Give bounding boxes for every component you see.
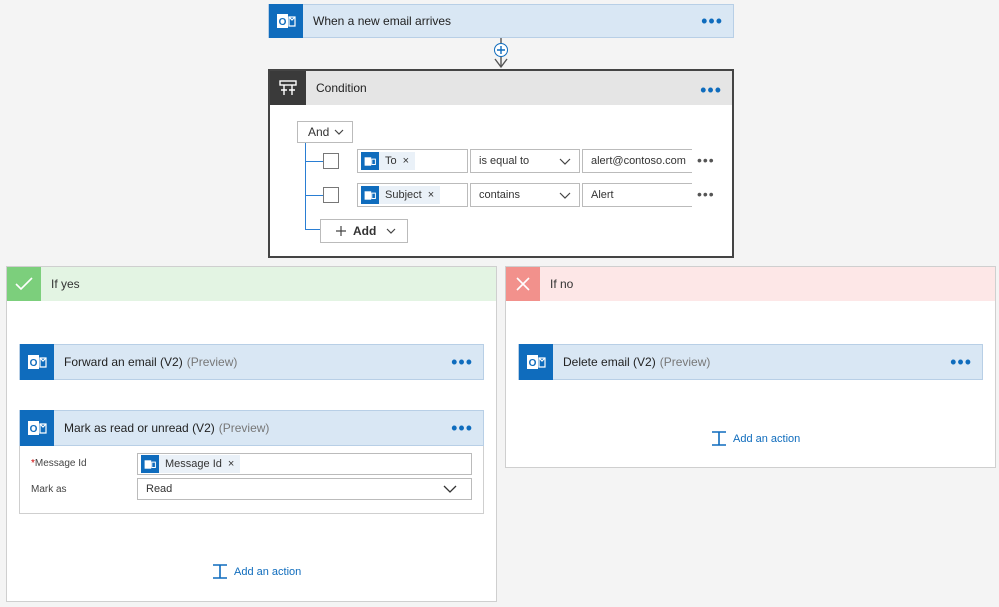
add-action-icon xyxy=(712,431,726,446)
message-id-input[interactable]: Message Id × xyxy=(137,453,472,475)
action-more-button[interactable]: ••• xyxy=(451,353,473,371)
dynamic-token: Subject × xyxy=(361,186,441,204)
condition-value: alert@contoso.com xyxy=(591,155,686,167)
outlook-icon: O xyxy=(519,344,553,380)
chevron-down-icon xyxy=(559,158,571,165)
add-condition-button[interactable]: Add xyxy=(320,219,408,243)
svg-text:O: O xyxy=(279,17,287,28)
add-action-button[interactable]: Add an action xyxy=(212,564,301,579)
outlook-icon xyxy=(361,186,379,204)
action-title: Delete email (V2) (Preview) xyxy=(563,355,711,369)
delete-email-card[interactable]: O Delete email (V2) (Preview) ••• xyxy=(518,344,983,380)
add-action-button[interactable]: Add an action xyxy=(711,431,800,446)
action-more-button[interactable]: ••• xyxy=(950,353,972,371)
action-more-button[interactable]: ••• xyxy=(451,419,473,437)
row-more-button[interactable]: ••• xyxy=(697,152,715,168)
row-more-button[interactable]: ••• xyxy=(697,186,715,202)
remove-token-icon[interactable]: × xyxy=(403,155,409,167)
tree-branch-line xyxy=(305,195,323,196)
dynamic-token: To × xyxy=(361,152,416,170)
remove-token-icon[interactable]: × xyxy=(228,458,234,470)
action-title: Mark as read or unread (V2) (Preview) xyxy=(64,421,270,435)
token-label: To xyxy=(385,155,397,167)
condition-card: Condition ••• And To × is equal to alert… xyxy=(268,69,734,258)
condition-more-button[interactable]: ••• xyxy=(700,81,722,99)
condition-operator-select[interactable]: is equal to xyxy=(470,149,580,173)
if-yes-label: If yes xyxy=(51,277,80,291)
plus-icon xyxy=(336,226,346,236)
group-operator-label: And xyxy=(308,125,330,139)
dynamic-token: Message Id × xyxy=(141,455,241,473)
x-icon xyxy=(506,267,540,301)
condition-value-input[interactable]: alert@contoso.com xyxy=(582,149,692,173)
chevron-down-icon xyxy=(334,129,344,135)
if-yes-header[interactable]: If yes xyxy=(7,267,496,301)
outlook-icon xyxy=(141,455,159,473)
condition-icon xyxy=(270,71,306,105)
mark-as-read-header[interactable]: O Mark as read or unread (V2) (Preview) •… xyxy=(19,410,484,446)
if-no-label: If no xyxy=(550,277,574,291)
mark-as-read-card: O Mark as read or unread (V2) (Preview) •… xyxy=(19,410,484,514)
outlook-icon: O xyxy=(20,410,54,446)
insert-step-button[interactable] xyxy=(494,43,508,57)
chevron-down-icon xyxy=(386,228,396,234)
check-icon xyxy=(7,267,41,301)
operator-label: contains xyxy=(479,189,520,201)
add-action-icon xyxy=(213,564,227,579)
operator-label: is equal to xyxy=(479,155,530,167)
condition-left-operand[interactable]: To × xyxy=(357,149,468,173)
group-operator-select[interactable]: And xyxy=(297,121,353,143)
if-no-header[interactable]: If no xyxy=(506,267,995,301)
tree-branch-line xyxy=(305,229,320,230)
token-label: Message Id xyxy=(165,458,222,470)
condition-value: Alert xyxy=(591,189,614,201)
add-condition-label: Add xyxy=(353,224,377,238)
tree-branch-line xyxy=(305,161,323,162)
condition-header[interactable]: Condition ••• xyxy=(270,71,732,105)
mark-as-label: Mark as xyxy=(31,484,67,495)
outlook-icon: O xyxy=(20,344,54,380)
condition-value-input[interactable]: Alert xyxy=(582,183,692,207)
add-action-label: Add an action xyxy=(733,432,801,445)
mark-as-value: Read xyxy=(146,483,173,495)
chevron-down-icon xyxy=(443,485,457,493)
svg-text:O: O xyxy=(30,358,38,369)
svg-text:O: O xyxy=(30,424,38,435)
trigger-card[interactable]: O When a new email arrives ••• xyxy=(268,4,734,38)
condition-title: Condition xyxy=(316,81,367,95)
row-checkbox[interactable] xyxy=(323,187,339,203)
outlook-icon xyxy=(361,152,379,170)
group-tree-line xyxy=(305,143,306,229)
forward-email-card[interactable]: O Forward an email (V2) (Preview) ••• xyxy=(19,344,484,380)
remove-token-icon[interactable]: × xyxy=(428,189,434,201)
row-checkbox[interactable] xyxy=(323,153,339,169)
trigger-title: When a new email arrives xyxy=(313,14,452,28)
token-label: Subject xyxy=(385,189,422,201)
chevron-down-icon xyxy=(559,192,571,199)
outlook-icon: O xyxy=(269,4,303,38)
svg-text:O: O xyxy=(529,358,537,369)
add-action-label: Add an action xyxy=(234,565,302,578)
mark-as-select[interactable]: Read xyxy=(137,478,472,500)
condition-left-operand[interactable]: Subject × xyxy=(357,183,468,207)
condition-operator-select[interactable]: contains xyxy=(470,183,580,207)
message-id-label: *Message Id xyxy=(31,458,87,469)
trigger-more-button[interactable]: ••• xyxy=(701,12,723,30)
plus-icon xyxy=(497,46,505,54)
action-title: Forward an email (V2) (Preview) xyxy=(64,355,238,369)
